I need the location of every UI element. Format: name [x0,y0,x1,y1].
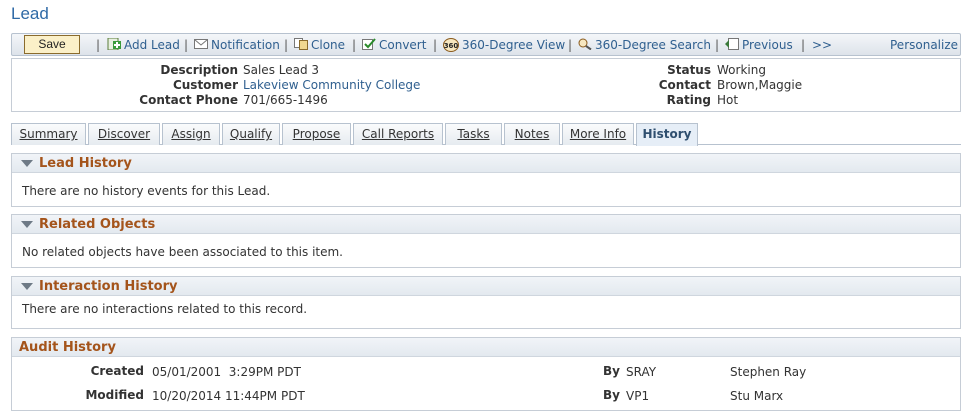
created-value: 05/01/2001 3:29PM PDT [152,365,301,379]
lead-history-header[interactable]: Lead History [12,154,960,173]
previous-button[interactable]: Previous [725,37,793,53]
customer-link[interactable]: Lakeview Community College [243,78,420,93]
audit-history-panel: Audit History Created 05/01/2001 3:29PM … [11,337,961,411]
personalize-link[interactable]: Personalize [890,37,958,53]
description-label: Description [160,63,238,77]
created-label: Created [90,364,144,378]
svg-text:360: 360 [444,42,459,50]
tab-more-info[interactable]: More Info [562,123,634,145]
convert-button[interactable]: Convert [362,37,426,53]
modified-value: 10/20/2014 11:44PM PDT [152,389,305,403]
previous-label: Previous [742,38,793,52]
notification-button[interactable]: Notification [194,37,280,53]
convert-label: Convert [379,38,427,52]
contact-value: Brown,Maggie [717,78,803,92]
contact-phone-label: Contact Phone [139,93,238,107]
description-value: Sales Lead 3 [243,63,320,77]
toolbar-separator: | [801,38,806,52]
360-icon: 360 [443,38,459,52]
add-icon [107,38,121,50]
collapse-triangle-icon[interactable] [21,221,33,228]
tab-notes[interactable]: Notes [504,123,560,145]
created-by-name: Stephen Ray [730,365,807,379]
toolbar-separator: | [433,38,438,52]
status-label: Status [667,63,711,77]
search-360-icon [578,38,592,50]
360-degree-search-label: 360-Degree Search [595,38,711,52]
rating-value: Hot [717,93,739,107]
related-objects-title: Related Objects [39,217,156,232]
interaction-history-panel: Interaction History There are no interac… [11,276,961,329]
modified-by-name: Stu Marx [730,389,784,403]
rating-label: Rating [666,93,711,107]
convert-icon [362,38,376,50]
tab-bar: Summary Discover Assign Qualify Propose … [11,123,961,146]
tab-summary[interactable]: Summary [11,123,86,145]
notification-label: Notification [211,38,280,52]
interaction-history-message: There are no interactions related to thi… [22,302,308,316]
lead-summary: Description Sales Lead 3 Status Working … [11,58,961,112]
related-objects-message: No related objects have been associated … [22,245,343,259]
lead-history-message: There are no history events for this Lea… [22,184,271,198]
contact-phone-value: 701/665-1496 [243,93,328,107]
modified-by-label: By [603,388,620,402]
toolbar-separator: | [284,38,289,52]
notification-icon [194,39,208,49]
tab-qualify[interactable]: Qualify [222,123,280,145]
360-degree-view-label: 360-Degree View [462,38,566,52]
previous-icon [725,38,739,50]
contact-label: Contact [658,78,711,92]
more-button[interactable]: >> [812,37,832,53]
related-objects-header[interactable]: Related Objects [12,215,960,234]
tab-history[interactable]: History [636,123,698,146]
modified-by-id: VP1 [626,389,650,403]
toolbar-separator: | [715,38,720,52]
clone-label: Clone [311,38,346,52]
toolbar-separator: | [568,38,573,52]
tab-discover[interactable]: Discover [88,123,160,145]
toolbar-separator: | [352,38,357,52]
created-by-id: SRAY [626,365,657,379]
customer-label: Customer [172,78,238,92]
modified-label: Modified [85,388,144,402]
360-degree-view-button[interactable]: 360 360-Degree View [443,37,565,53]
tab-call-reports[interactable]: Call Reports [353,123,443,145]
interaction-history-title: Interaction History [39,279,178,294]
lead-history-panel: Lead History There are no history events… [11,153,961,207]
clone-button[interactable]: Clone [294,37,345,53]
toolbar-separator: | [184,38,189,52]
add-lead-button[interactable]: Add Lead [107,37,180,53]
collapse-triangle-icon[interactable] [21,283,33,290]
created-by-label: By [603,364,620,378]
audit-history-title: Audit History [19,340,116,355]
status-value: Working [717,63,766,77]
360-degree-search-button[interactable]: 360-Degree Search [578,37,711,53]
add-lead-label: Add Lead [124,38,180,52]
lead-history-title: Lead History [39,156,132,171]
clone-icon [294,38,308,50]
tab-tasks[interactable]: Tasks [445,123,502,145]
tab-assign[interactable]: Assign [162,123,220,145]
related-objects-panel: Related Objects No related objects have … [11,214,961,268]
page-title: Lead [11,4,49,23]
collapse-triangle-icon[interactable] [21,160,33,167]
toolbar-separator: | [96,38,101,52]
audit-history-header: Audit History [12,338,960,357]
tab-propose[interactable]: Propose [282,123,351,145]
save-button[interactable]: Save [24,35,80,54]
toolbar: Save | Add Lead | Notification | Clone |… [11,33,961,56]
interaction-history-header[interactable]: Interaction History [12,277,960,296]
